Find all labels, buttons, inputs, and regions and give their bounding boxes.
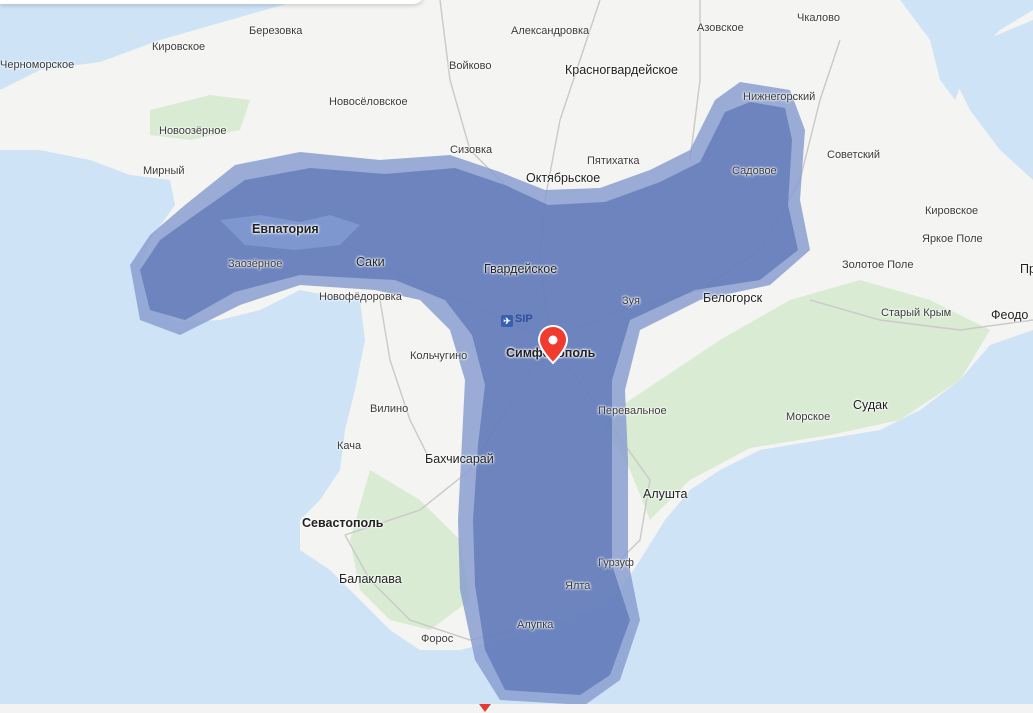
bottom-strip — [0, 704, 1033, 713]
map-canvas[interactable]: Черноморское Кировское Березовка Александро… — [0, 0, 1033, 713]
place-label-belogorsk[interactable]: Белогорск — [703, 291, 762, 305]
place-label-yarkoe-pole[interactable]: Яркое Поле — [922, 233, 983, 245]
place-label-voykovo[interactable]: Войково — [449, 60, 492, 72]
place-label-balaklava[interactable]: Балаклава — [339, 572, 402, 586]
place-label-sovetskiy[interactable]: Советский — [827, 149, 880, 161]
place-label-gvardeyskoe[interactable]: Гвардейское — [484, 262, 557, 276]
place-label-berezovka[interactable]: Березовка — [249, 25, 302, 37]
place-label-aleksandrovka[interactable]: Александровка — [511, 25, 589, 37]
place-label-azovskoe[interactable]: Азовское — [697, 22, 744, 34]
place-label-kolchugino[interactable]: Кольчугино — [410, 350, 467, 362]
place-label-chkalovo[interactable]: Чкалово — [797, 12, 840, 24]
place-label-novoselovskoe[interactable]: Новосёловское — [329, 96, 408, 108]
place-label-yalta[interactable]: Ялта — [565, 580, 590, 592]
place-label-alupka[interactable]: Алупка — [517, 619, 553, 631]
place-label-vilino[interactable]: Вилино — [370, 403, 408, 415]
place-label-sevastopol[interactable]: Севастополь — [302, 516, 384, 530]
place-label-pr[interactable]: Пр — [1020, 262, 1033, 276]
place-label-zolotoe-pole[interactable]: Золотое Поле — [842, 259, 913, 271]
airport-marker[interactable]: ✈ SIP — [501, 313, 533, 327]
place-label-perevalnoe[interactable]: Перевальное — [598, 405, 667, 417]
place-label-oktyabrskoe[interactable]: Октябрьское — [526, 171, 600, 185]
location-pin-icon[interactable] — [537, 325, 569, 365]
place-label-sizovka[interactable]: Сизовка — [450, 144, 492, 156]
place-label-zuya[interactable]: Зуя — [622, 295, 640, 307]
airport-code: SIP — [515, 313, 533, 325]
place-label-feodosiya[interactable]: Феодо — [991, 308, 1028, 322]
place-label-kirovskoe-w[interactable]: Кировское — [152, 41, 205, 53]
place-label-krasnogvardeyskoe[interactable]: Красногвардейское — [565, 63, 678, 77]
airplane-icon: ✈ — [501, 315, 513, 327]
place-label-nizhnegorskiy[interactable]: Нижнегорский — [743, 91, 815, 103]
place-label-zaozernoe[interactable]: Заозёрное — [228, 258, 282, 270]
place-label-chernomorskoe[interactable]: Черноморское — [0, 59, 74, 71]
place-label-novoozernoe[interactable]: Новоозёрное — [159, 125, 226, 137]
place-label-kacha[interactable]: Кача — [337, 440, 361, 452]
place-label-foros[interactable]: Форос — [421, 633, 453, 645]
place-label-gurzuf[interactable]: Гурзуф — [598, 557, 634, 569]
place-label-mirnyy[interactable]: Мирный — [143, 165, 185, 177]
bottom-marker-icon — [479, 704, 491, 712]
place-label-sudak[interactable]: Судак — [853, 398, 888, 412]
top-panel — [0, 0, 425, 4]
place-label-pyatikhatka[interactable]: Пятихатка — [587, 155, 640, 167]
place-label-bakhchisaray[interactable]: Бахчисарай — [425, 452, 494, 466]
place-label-kirovskoe-e[interactable]: Кировское — [925, 205, 978, 217]
place-label-alushta[interactable]: Алушта — [643, 487, 687, 501]
place-label-evpatoriya[interactable]: Евпатория — [252, 222, 319, 236]
place-label-novofedorovka[interactable]: Новофёдоровка — [319, 291, 402, 303]
place-label-saki[interactable]: Саки — [356, 255, 385, 269]
place-label-staryy-krym[interactable]: Старый Крым — [881, 307, 951, 319]
place-label-morskoe[interactable]: Морское — [786, 411, 830, 423]
place-label-sadovoe[interactable]: Садовое — [732, 165, 777, 177]
